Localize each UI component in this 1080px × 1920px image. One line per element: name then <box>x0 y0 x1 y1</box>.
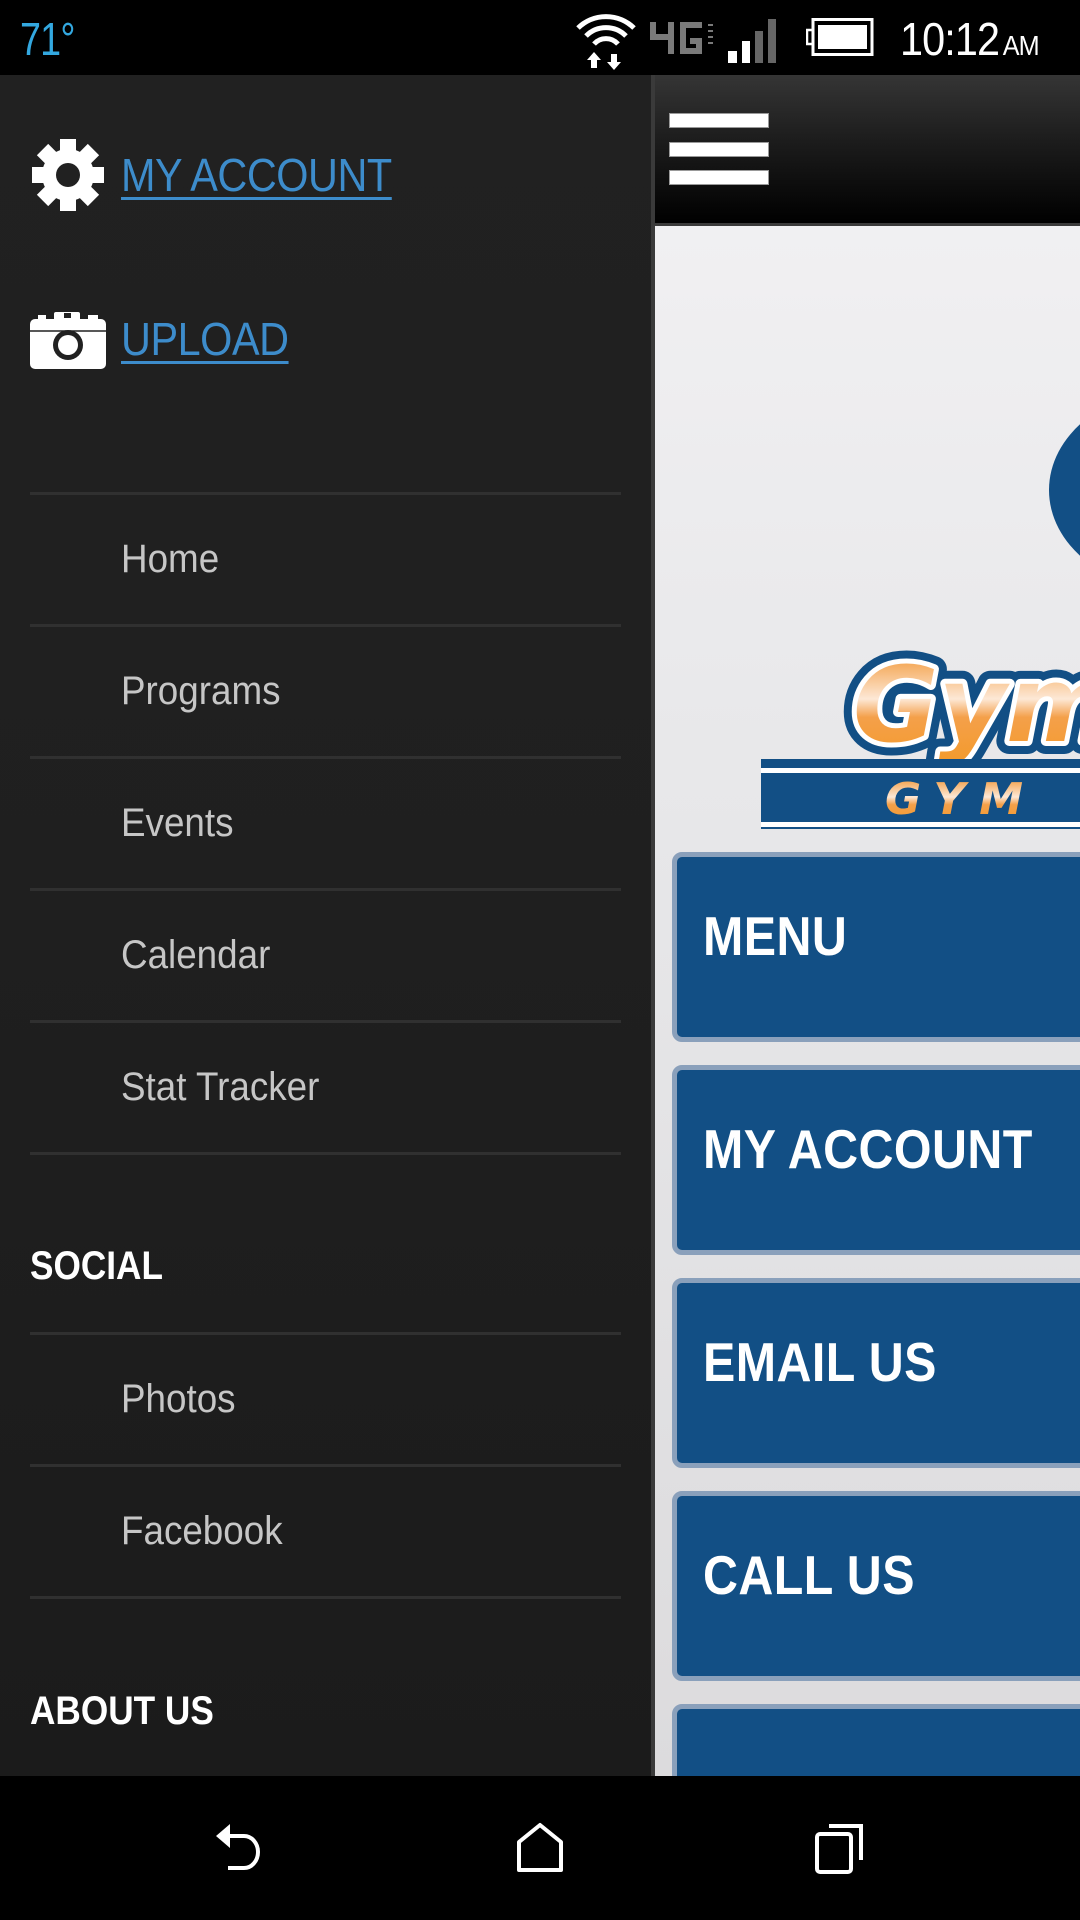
back-icon <box>216 1824 260 1870</box>
tile-menu[interactable]: MENU <box>672 852 1080 1042</box>
tile-label: EMAIL US <box>703 1331 937 1393</box>
drawer-item-photos[interactable]: Photos <box>30 1335 621 1464</box>
my-account-link[interactable]: MY ACCOUNT <box>30 137 422 213</box>
tile-directions[interactable]: DIRECTIONS <box>672 1704 1080 1776</box>
section-heading-social: SOCIAL <box>30 1244 163 1288</box>
my-account-label: MY ACCOUNT <box>121 149 392 201</box>
drawer-item-stat-tracker[interactable]: Stat Tracker <box>30 1023 621 1152</box>
logo-word-fill: Gym <box>853 644 1080 766</box>
tile-call-us[interactable]: CALL US <box>672 1491 1080 1681</box>
drawer-item-label: Stat Tracker <box>121 1065 320 1109</box>
upload-label: UPLOAD <box>121 313 289 365</box>
drawer-item-label: Programs <box>121 669 281 713</box>
weather-temperature: 71° <box>20 13 75 65</box>
clock-time: 10:12 <box>900 13 1000 65</box>
signal-strength-icon <box>728 19 776 63</box>
logo-emblem <box>1049 424 1080 556</box>
system-nav-bar <box>0 1776 1080 1920</box>
tile-label: CALL US <box>703 1544 915 1606</box>
back-button[interactable] <box>205 1816 275 1880</box>
tile-my-account[interactable]: MY ACCOUNT <box>672 1065 1080 1255</box>
battery-icon <box>806 18 874 56</box>
section-heading-about-us[interactable]: ABOUT US <box>30 1689 214 1734</box>
drawer-item-home[interactable]: Home <box>30 495 621 624</box>
recent-apps-icon <box>815 1824 863 1874</box>
drawer-item-label: Home <box>121 537 220 581</box>
upload-link[interactable]: UPLOAD <box>30 301 307 377</box>
recent-apps-button[interactable] <box>805 1816 875 1880</box>
drawer-item-events[interactable]: Events <box>30 759 621 888</box>
drawer-item-programs[interactable]: Programs <box>30 627 621 756</box>
tile-label: MY ACCOUNT <box>703 1118 1033 1180</box>
gym-logo: Gym Gym Gym GYM <box>761 424 1080 829</box>
camera-icon <box>30 301 106 377</box>
drawer-item-label: Photos <box>121 1377 236 1421</box>
gear-icon <box>30 137 106 213</box>
status-bar: 71° 10:12 AM <box>0 0 1080 75</box>
data-activity-icon <box>587 52 621 70</box>
drawer-item-label: Facebook <box>121 1509 283 1553</box>
drawer-item-label: Events <box>121 801 234 845</box>
tile-email-us[interactable]: EMAIL US <box>672 1278 1080 1468</box>
home-button[interactable] <box>505 1816 575 1880</box>
app-header <box>655 75 1080 226</box>
wifi-icon <box>576 14 636 70</box>
tile-label: MENU <box>703 905 848 967</box>
clock: 10:12 AM <box>900 12 1040 66</box>
4g-lte-icon <box>650 22 713 54</box>
app-content: Gym Gym Gym GYM MENU MY ACCOUNT EMAIL US… <box>655 75 1080 1776</box>
drawer-item-facebook[interactable]: Facebook <box>30 1467 621 1596</box>
logo-subword: GYM <box>885 774 1037 825</box>
home-icon <box>517 1823 563 1872</box>
divider <box>30 1152 621 1155</box>
drawer-item-calendar[interactable]: Calendar <box>30 891 621 1020</box>
divider <box>30 1596 621 1599</box>
clock-ampm: AM <box>1002 30 1040 61</box>
drawer-item-label: Calendar <box>121 933 271 977</box>
hamburger-menu-icon[interactable] <box>669 113 771 187</box>
